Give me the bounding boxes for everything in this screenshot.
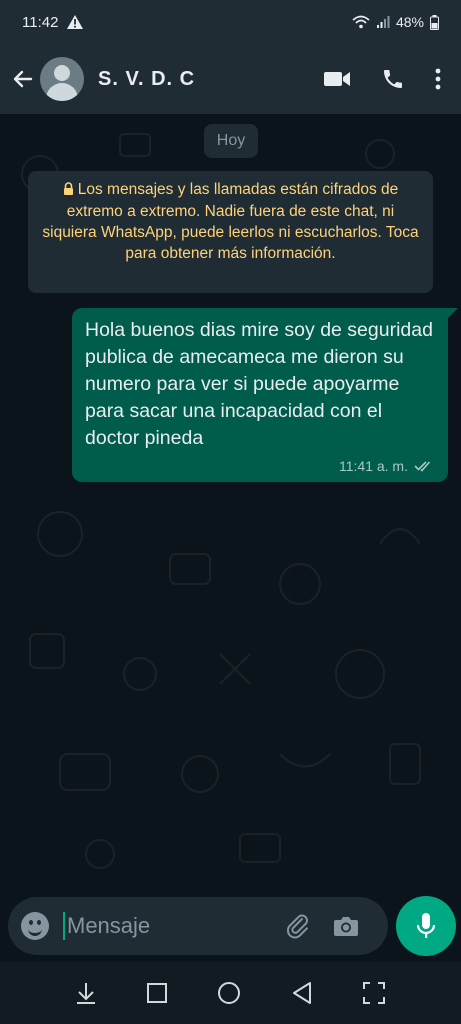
screenshot-icon[interactable] [362,981,386,1005]
nav-home-icon[interactable] [217,981,241,1005]
message-text: Hola buenos dias mire soy de seguridad p… [85,319,433,449]
lock-icon [63,180,74,201]
message-meta: 11:41 a. m. [339,458,434,474]
day-divider: Hoy [204,124,258,158]
emoji-icon[interactable] [21,912,49,940]
more-vert-icon[interactable] [435,68,441,90]
battery-percent: 48% [395,14,424,30]
bubble-tail [446,308,458,320]
attach-icon[interactable] [285,913,311,939]
nav-back-icon[interactable] [291,981,313,1005]
battery-icon [430,14,439,30]
status-bar: 11:42 48% [0,0,461,44]
status-left: 11:42 [22,14,84,31]
double-check-icon [414,460,434,472]
chat-area[interactable]: Hoy Los mensajes y las llamadas están ci… [0,114,461,896]
video-call-icon[interactable] [323,69,351,89]
signal-icon [376,15,390,29]
status-right: 48% [352,14,439,30]
message-time: 11:41 a. m. [338,458,408,474]
mic-icon [416,912,436,940]
chat-header: S. V. D. C [0,44,461,114]
encryption-text: Los mensajes y las llamadas están cifrad… [42,181,419,262]
header-actions [323,67,441,91]
encryption-notice[interactable]: Los mensajes y las llamadas están cifrad… [28,171,433,293]
warning-icon [66,14,84,30]
avatar[interactable] [40,57,84,101]
emoji-eye-left [29,920,33,925]
avatar-head [54,65,70,81]
contact-name[interactable]: S. V. D. C [98,68,323,91]
status-time: 11:42 [22,13,59,31]
emoji-smile [28,927,42,936]
emoji-eye-right [37,920,41,925]
camera-icon[interactable] [333,915,359,937]
back-arrow-icon[interactable] [6,67,40,91]
nav-recents-icon[interactable] [146,982,168,1004]
nav-down-icon[interactable] [75,981,97,1005]
wifi-icon [352,15,370,29]
message-input[interactable] [65,913,267,939]
avatar-body [46,83,78,101]
system-nav-bar [0,962,461,1024]
message-composer [8,897,388,955]
phone-icon[interactable] [381,67,405,91]
mic-button[interactable] [396,896,456,956]
outgoing-message[interactable]: Hola buenos dias mire soy de seguridad p… [72,308,458,482]
